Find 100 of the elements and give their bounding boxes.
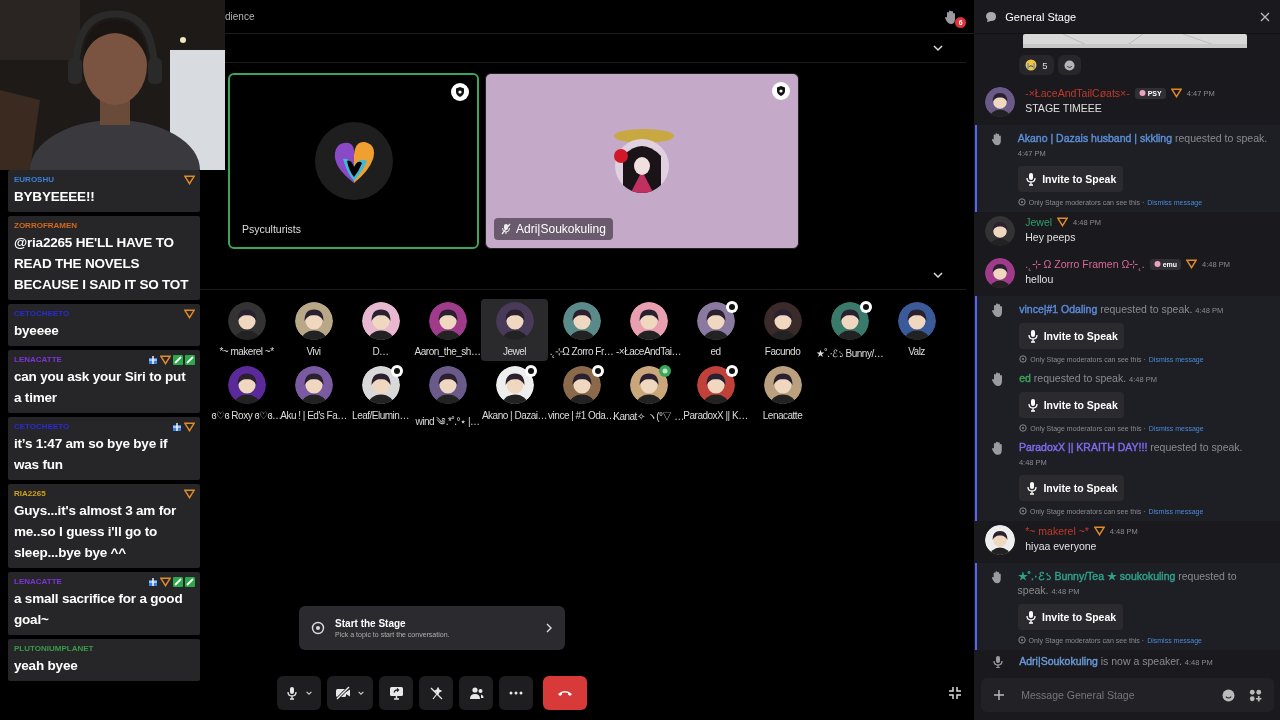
add-reaction-button[interactable] [1057, 55, 1081, 75]
invite-to-speak-button[interactable]: Invite to Speak [1019, 392, 1125, 418]
audience-tile[interactable]: Aku ! | Ed's Fa… [280, 363, 347, 425]
member-name: vince | #1 Oda… [548, 410, 615, 421]
more-button[interactable] [499, 676, 534, 710]
avatar [562, 366, 601, 404]
triangle-badge-icon [1093, 526, 1105, 536]
member-name: Vivi [306, 346, 321, 357]
chat-username: LENACATTE [14, 355, 62, 364]
avatar [897, 302, 936, 340]
microphone-icon [1025, 481, 1040, 495]
audience-tile[interactable]: ɞ♡ɞ Roxy ɞ♡ɞ… [213, 363, 280, 425]
chat-message-text: BYBYEEEE!! [14, 188, 96, 206]
audience-tile[interactable]: Kanat✧ ヽ(°▽ … [615, 363, 682, 425]
member-name: D… [372, 346, 389, 357]
exit-fullscreen-icon[interactable] [948, 686, 963, 700]
caret-icon[interactable] [305, 689, 314, 697]
share-button[interactable] [379, 676, 414, 710]
invite-to-speak-button[interactable]: Invite to Speak [1018, 475, 1124, 501]
invite-to-speak-button[interactable]: Invite to Speak [1017, 166, 1123, 192]
mic-off-icon [501, 223, 511, 235]
avatar [763, 302, 802, 340]
microphone-icon [1025, 398, 1040, 412]
close-icon[interactable] [1260, 11, 1270, 22]
speaker-tile[interactable]: Psyculturists [228, 73, 479, 249]
avatar [629, 302, 668, 340]
avatar [696, 302, 735, 340]
caret-icon[interactable] [357, 689, 366, 697]
screen-share-icon [388, 686, 404, 700]
message-text: hellou [1025, 273, 1055, 285]
audience-tile[interactable]: Akano | Dazai… [481, 363, 548, 425]
leave-button[interactable] [543, 676, 588, 710]
audience-tile[interactable]: ed [682, 299, 749, 361]
eye-icon [1018, 507, 1027, 515]
audience-tile[interactable]: D… [347, 299, 414, 361]
member-name: Valz [908, 346, 925, 357]
avatar [830, 302, 869, 340]
audience-tile[interactable]: Leaf/Elumin… [347, 363, 414, 425]
invite-to-speak-button[interactable]: Invite to Speak [1017, 604, 1123, 630]
triangle-badge-icon [184, 421, 195, 432]
chat-username: CETOCHEETO [14, 309, 70, 318]
moderator-badge-icon [390, 365, 403, 377]
emoji-icon[interactable] [1222, 688, 1235, 702]
avatar [985, 258, 1016, 288]
speaker-tile[interactable]: Adri|Soukokuling [485, 73, 799, 249]
message-text: hiyaa everyone [1025, 540, 1098, 552]
smiley-icon [1063, 59, 1075, 71]
microphone-icon [285, 686, 300, 700]
message-field[interactable]: Message General Stage [981, 678, 1274, 712]
triangle-badge-icon [184, 174, 195, 185]
panel-title: General Stage [1005, 10, 1078, 23]
microphone-icon [1025, 329, 1040, 343]
moderator-badge-icon [591, 365, 604, 377]
chat-username: RIA2265 [14, 489, 46, 498]
audience-tile[interactable]: Lenacatte [749, 363, 816, 425]
avatar [562, 302, 601, 340]
audience-tile[interactable]: Jewel [481, 299, 548, 361]
avatar [495, 366, 534, 404]
reaction-button[interactable]: 5 [1019, 55, 1054, 75]
people-button[interactable] [459, 676, 494, 710]
camera-off-button[interactable] [327, 676, 374, 710]
invite-to-speak-button[interactable]: Invite to Speak [1019, 323, 1125, 349]
triangle-badge-icon [1170, 88, 1182, 98]
audience-tile[interactable]: .˛⊹Ω Zorro Fr… [548, 299, 615, 361]
microphone-icon [1024, 610, 1039, 624]
avatar [985, 87, 1016, 117]
member-name: Aaron_the_sh… [414, 346, 481, 357]
audience-tile[interactable]: Aaron_the_sh… [414, 299, 481, 361]
message-text: STAGE TIMEEE [1025, 102, 1103, 114]
triangle-badge-icon [184, 308, 195, 319]
username[interactable]: .˛⊹ Ω Zorro Framen Ω⊹˛. [1025, 258, 1145, 270]
apps-icon[interactable] [1249, 688, 1262, 702]
audience-tile[interactable]: -×ŁaceAndTai… [615, 299, 682, 361]
message-input[interactable]: Message General Stage [1019, 688, 1208, 702]
audience-tile[interactable]: vince | #1 Oda… [548, 363, 615, 425]
effects-off-button[interactable] [419, 676, 454, 710]
member-name: Facundo [764, 346, 801, 357]
chat-message-text: yeah byee [14, 657, 79, 675]
avatar [227, 366, 266, 404]
collapse-chevron-icon[interactable] [932, 42, 945, 54]
people-icon [468, 686, 484, 700]
audience-tile[interactable]: ★˚.·ℰ১ Bunny/… [816, 299, 883, 361]
audience-tile[interactable]: Facundo [749, 299, 816, 361]
audience-tile[interactable]: ParadoxX || K… [682, 363, 749, 425]
sword-badge-icon [185, 576, 195, 587]
sword-badge-icon [173, 576, 183, 587]
hang-up-icon [557, 689, 574, 697]
collapse-chevron-icon[interactable] [932, 269, 945, 281]
audience-tile[interactable]: *~ makerel ~* [213, 299, 280, 361]
chat-message-text: byeeee [14, 322, 60, 340]
audience-tile[interactable]: Valz [883, 299, 950, 361]
username[interactable]: Jewel [1025, 216, 1053, 228]
mic-button[interactable] [277, 676, 322, 710]
chat-message-text: @ria2265 HE'LL HAVE TO READ THE NOVELS BECAUSE I SAID IT SO TOT [14, 234, 190, 294]
avatar [629, 366, 668, 404]
audience-tile[interactable]: Vivi [280, 299, 347, 361]
moderator-badge-icon [725, 301, 738, 313]
chat-bubble-icon [985, 10, 998, 23]
triangle-badge-icon [1186, 259, 1198, 269]
plus-icon[interactable] [993, 689, 1006, 701]
